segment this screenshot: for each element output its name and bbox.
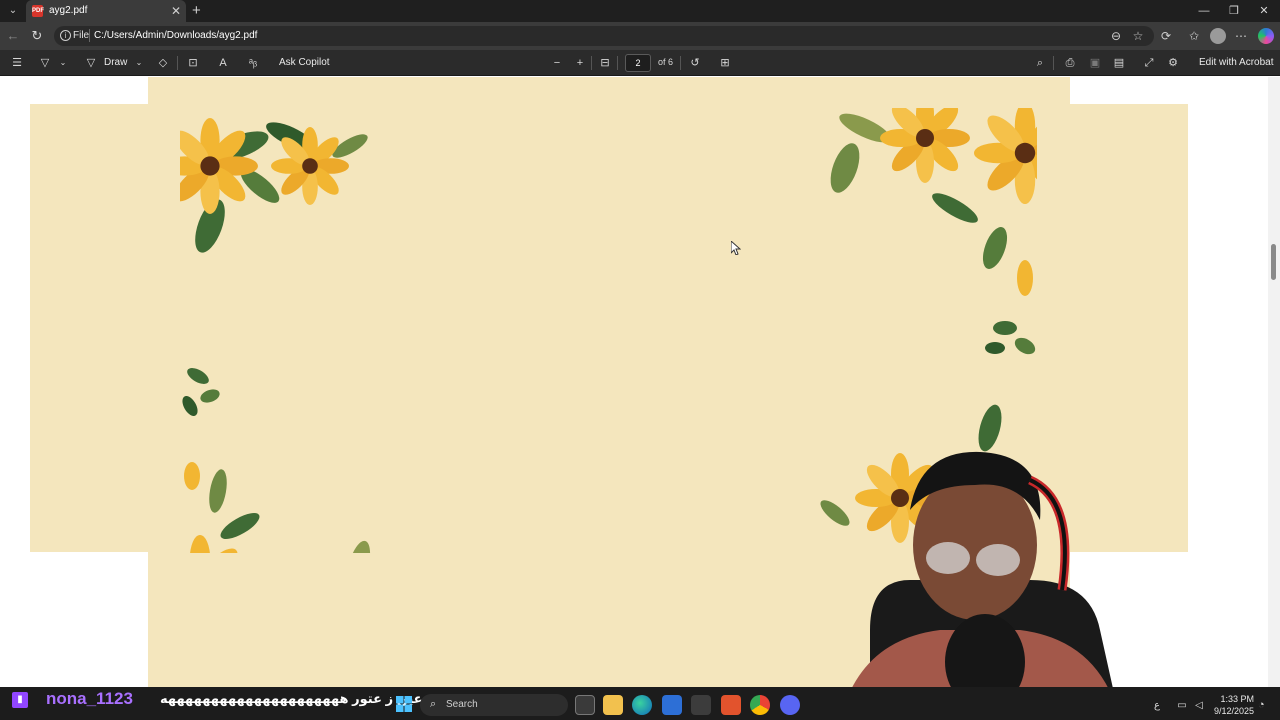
toolbar-divider xyxy=(680,56,681,70)
chrome-browser-icon[interactable] xyxy=(750,695,770,715)
rotate-icon[interactable]: ↺ xyxy=(687,55,703,71)
print-icon[interactable]: ⎙ xyxy=(1062,55,1078,71)
toolbar-divider xyxy=(617,56,618,70)
search-placeholder: Search xyxy=(446,699,478,710)
task-view-icon[interactable] xyxy=(575,695,595,715)
brave-browser-icon[interactable] xyxy=(721,695,741,715)
input-language-indicator[interactable]: ع xyxy=(1154,700,1160,711)
minimize-icon[interactable]: — xyxy=(1192,2,1216,20)
read-aloud-icon[interactable]: A xyxy=(215,55,231,71)
url-text[interactable]: C:/Users/Admin/Downloads/ayg2.pdf xyxy=(94,30,257,41)
sunflower-border-left xyxy=(180,118,371,553)
zoom-in-icon[interactable]: + xyxy=(572,55,588,71)
scrollbar-thumb[interactable] xyxy=(1271,244,1276,280)
pdf-icon: PDF xyxy=(32,5,44,17)
add-text-icon[interactable]: ⊡ xyxy=(185,55,201,71)
file-explorer-icon[interactable] xyxy=(603,695,623,715)
new-tab-icon[interactable]: + xyxy=(192,1,201,21)
app-icon[interactable] xyxy=(691,695,711,715)
tab-ayg2-pdf[interactable]: PDF ayg2.pdf ✕ xyxy=(26,0,186,22)
extensions-icon[interactable]: ⟳ xyxy=(1158,28,1174,44)
close-tab-icon[interactable]: ✕ xyxy=(171,3,181,19)
page-view-icon[interactable]: ⊞ xyxy=(717,55,733,71)
draw-dropdown-icon[interactable]: ⌄ xyxy=(131,55,147,71)
discord-icon[interactable] xyxy=(780,695,800,715)
url-scheme-label: File xyxy=(73,30,90,41)
address-bar-row: ← ↻ i File C:/Users/Admin/Downloads/ayg2… xyxy=(0,22,1280,50)
clock-date[interactable]: 9/12/2025 xyxy=(1210,706,1254,716)
draw-button[interactable]: Draw xyxy=(104,57,127,68)
translate-icon[interactable]: ᵃᵦ xyxy=(245,55,261,71)
page-count-label: of 6 xyxy=(658,57,674,67)
ask-copilot-button[interactable]: Ask Copilot xyxy=(279,57,330,68)
draw-icon[interactable]: ▽ xyxy=(83,55,99,71)
settings-gear-icon[interactable]: ⚙ xyxy=(1165,55,1181,71)
browser-tab-strip: ⌄ PDF ayg2.pdf ✕ + — ❐ ✕ xyxy=(0,0,1280,22)
refresh-icon[interactable]: ↻ xyxy=(29,28,45,44)
edge-browser-icon[interactable] xyxy=(632,695,652,715)
toolbar-divider xyxy=(177,56,178,70)
highlight-icon[interactable]: ▽ xyxy=(37,55,53,71)
more-options-icon[interactable]: ⋯ xyxy=(1233,28,1249,44)
edit-with-acrobat-button[interactable]: Edit with Acrobat xyxy=(1199,57,1273,68)
notification-bell-icon[interactable]: ◔ xyxy=(1258,699,1265,711)
highlight-dropdown-icon[interactable]: ⌄ xyxy=(55,55,71,71)
vertical-scrollbar[interactable] xyxy=(1268,77,1280,687)
fullscreen-icon[interactable]: ⤢ xyxy=(1141,55,1157,71)
windows-start-icon[interactable] xyxy=(396,696,412,712)
chat-username: nona_1123 xyxy=(46,689,133,708)
address-input[interactable]: i File C:/Users/Admin/Downloads/ayg2.pdf xyxy=(54,26,1154,46)
zoom-out-icon[interactable]: − xyxy=(549,55,565,71)
network-icon[interactable]: ▭ xyxy=(1175,699,1189,713)
eraser-icon[interactable]: ◇ xyxy=(155,55,171,71)
contents-list-icon[interactable]: ☰ xyxy=(9,55,25,71)
volume-icon[interactable]: ◁ xyxy=(1192,699,1206,713)
toolbar-divider xyxy=(591,56,592,70)
restore-icon[interactable]: ❐ xyxy=(1222,2,1246,20)
mouse-cursor-icon xyxy=(731,241,741,255)
webcam-overlay xyxy=(840,451,1120,720)
twitch-icon: ▮ xyxy=(12,692,28,708)
close-window-icon[interactable]: ✕ xyxy=(1252,2,1276,20)
profile-avatar[interactable] xyxy=(1210,28,1226,44)
url-divider xyxy=(89,29,90,42)
microsoft-store-icon[interactable] xyxy=(662,695,682,715)
copilot-icon[interactable] xyxy=(1258,28,1274,44)
tab-actions-icon[interactable]: ⌄ xyxy=(4,3,22,19)
taskbar-search-input[interactable]: ⌕ Search xyxy=(420,694,568,716)
fit-page-icon[interactable]: ⊟ xyxy=(597,55,613,71)
toolbar-divider xyxy=(1053,56,1054,70)
clock-time[interactable]: 1:33 PM xyxy=(1218,694,1254,704)
info-icon[interactable]: i xyxy=(60,30,71,41)
pdf-toolbar: ☰ ▽ ⌄ ▽ Draw ⌄ ◇ ⊡ A ᵃᵦ Ask Copilot − + … xyxy=(0,50,1280,76)
tab-title: ayg2.pdf xyxy=(49,5,88,16)
save-as-icon[interactable]: ▤ xyxy=(1111,55,1127,71)
favorites-icon[interactable]: ✩ xyxy=(1186,28,1202,44)
zoom-icon[interactable]: ⊖ xyxy=(1108,28,1124,44)
save-icon[interactable]: ▣ xyxy=(1087,55,1103,71)
back-icon[interactable]: ← xyxy=(5,28,21,44)
search-icon: ⌕ xyxy=(430,698,437,710)
page-number-input[interactable] xyxy=(625,54,651,72)
find-icon[interactable]: ⌕ xyxy=(1032,55,1048,71)
favorite-star-icon[interactable]: ☆ xyxy=(1130,28,1146,44)
